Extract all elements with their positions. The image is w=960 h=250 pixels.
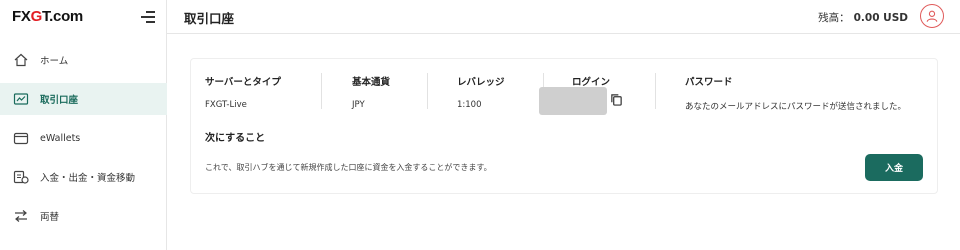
next-steps-title: 次にすること — [205, 133, 266, 144]
exchange-icon — [12, 207, 30, 225]
leverage-value: 1:100 — [457, 100, 482, 110]
balance-value: 0.00 USD — [853, 12, 908, 24]
copy-icon[interactable] — [610, 91, 623, 106]
divider — [655, 73, 656, 109]
fxgt-logo[interactable]: FXGT.com — [12, 8, 83, 25]
login-id-redacted — [539, 87, 607, 115]
logo-suffix: T.com — [41, 8, 83, 25]
top-header: 取引口座 残高： 0.00 USD — [167, 0, 960, 34]
leverage-column: レバレッジ 1:100 — [457, 74, 505, 110]
sidebar-item-label: 入金・出金・資金移動 — [40, 173, 136, 184]
server-value: FXGT-Live — [205, 100, 247, 110]
sidebar-item-funds[interactable]: 入金・出金・資金移動 — [0, 161, 167, 193]
sidebar-item-label: eWallets — [40, 132, 81, 144]
server-label: サーバーとタイプ — [205, 77, 281, 88]
sidebar-item-ewallets[interactable]: eWallets — [0, 122, 167, 154]
divider — [427, 73, 428, 109]
currency-value: JPY — [352, 100, 365, 110]
leverage-label: レバレッジ — [457, 77, 505, 88]
logo-g: G — [30, 8, 43, 25]
password-column: パスワード あなたのメールアドレスにパスワードが送信されました。 — [685, 74, 906, 112]
balance-label: 残高： — [818, 12, 850, 24]
password-label: パスワード — [685, 77, 733, 88]
sidebar-item-label: 取引口座 — [40, 95, 79, 106]
user-avatar-icon[interactable] — [920, 4, 944, 28]
sidebar-item-label: 両替 — [40, 212, 60, 223]
sidebar-item-exchange[interactable]: 両替 — [0, 200, 167, 232]
divider — [321, 73, 322, 109]
currency-label: 基本通貨 — [352, 77, 391, 88]
currency-column: 基本通貨 JPY — [352, 74, 390, 110]
balance-display: 残高： 0.00 USD — [818, 10, 908, 25]
trading-account-icon — [12, 90, 30, 108]
password-value: あなたのメールアドレスにパスワードが送信されました。 — [685, 102, 907, 112]
login-label: ログイン — [572, 77, 611, 88]
home-icon — [12, 51, 30, 69]
page-title: 取引口座 — [184, 11, 235, 26]
deposit-button[interactable]: 入金 — [865, 154, 923, 181]
login-column: ログイン — [572, 74, 610, 88]
account-card: サーバーとタイプ FXGT-Live 基本通貨 JPY レバレッジ 1:100 … — [190, 58, 938, 194]
sidebar-item-home[interactable]: ホーム — [0, 44, 167, 76]
sidebar-item-label: ホーム — [40, 56, 69, 67]
next-steps-description: これで、取引ハブを通じて新規作成した口座に資金を入金することができます。 — [205, 163, 492, 172]
sidebar-item-trading-accounts[interactable]: 取引口座 — [0, 83, 167, 115]
wallet-icon — [12, 129, 30, 147]
money-transfer-icon — [12, 168, 30, 186]
logo-prefix: FX — [12, 8, 31, 25]
menu-toggle-icon[interactable] — [141, 11, 155, 23]
sidebar: FXGT.com ホーム 取引口座 eWallets 入金・出金・資金移動 両替 — [0, 0, 167, 250]
server-column: サーバーとタイプ FXGT-Live — [205, 74, 281, 110]
